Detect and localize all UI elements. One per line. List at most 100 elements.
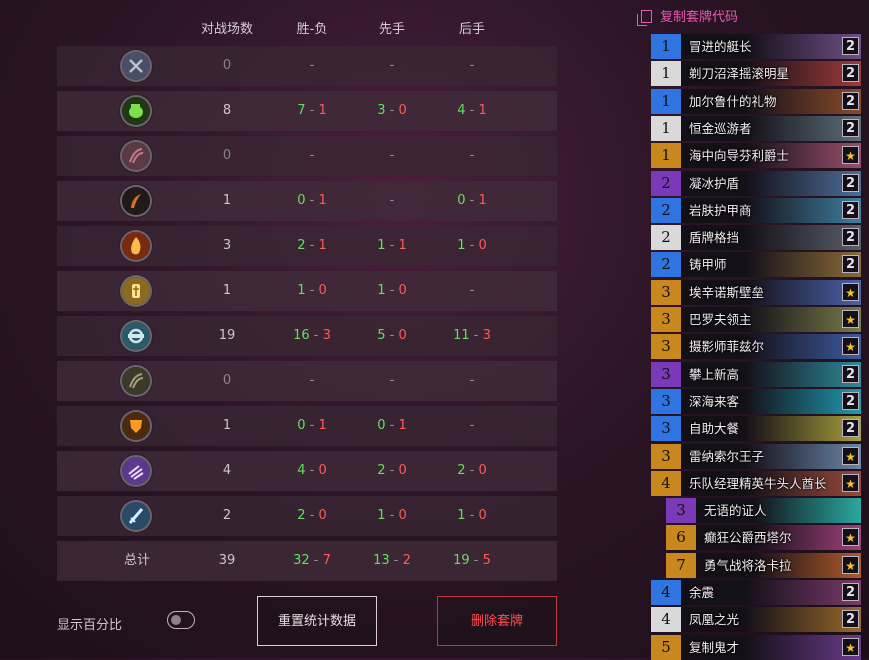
show-percent-toggle[interactable]: [167, 611, 195, 629]
separator: -: [465, 463, 479, 478]
green-fist-icon: [122, 97, 150, 125]
deck-card[interactable]: 2 盾牌格挡 2: [651, 225, 861, 251]
card-name: 攀上新高: [689, 366, 740, 382]
first-hand: 0 - 1: [352, 406, 432, 446]
win-loss: 2 - 1: [272, 226, 352, 266]
wins: 1: [457, 508, 466, 523]
card-cost: 3: [666, 498, 696, 524]
games-count: 0: [222, 58, 232, 73]
wins: 1: [297, 283, 306, 298]
deck-card[interactable]: 2 凝冰护盾 2: [651, 170, 861, 196]
games-count: 1: [222, 283, 232, 298]
deck-card[interactable]: 1 剃刀沼泽摇滚明星 2: [651, 61, 861, 87]
empty-dash: -: [469, 148, 475, 163]
games-count: 0: [222, 373, 232, 388]
losses: 1: [318, 103, 327, 118]
deck-card[interactable]: 1 恒金巡游者 2: [651, 115, 861, 141]
copy-deck-code-button[interactable]: 复制套牌代码: [637, 6, 738, 26]
legendary-star-icon: ★: [842, 555, 859, 574]
show-percent-label: 显示百分比: [57, 618, 123, 633]
card-cost: 7: [666, 552, 696, 578]
card-cost: 1: [651, 88, 681, 114]
card-cost: 6: [666, 525, 696, 551]
games-count: 4: [222, 463, 232, 478]
deck-card[interactable]: 4 余震 2: [651, 580, 861, 605]
card-cost: 2: [651, 170, 681, 196]
legendary-star-icon: ★: [842, 282, 859, 301]
card-name: 海中向导芬利爵士: [689, 148, 790, 164]
wins: 13: [373, 553, 390, 568]
win-loss: -: [272, 136, 352, 176]
deck-card[interactable]: 3 深海来客 2: [651, 388, 861, 414]
holy-light-icon: [122, 277, 150, 305]
wins: 3: [377, 103, 386, 118]
losses: 0: [398, 283, 407, 298]
card-name: 复制鬼才: [689, 639, 740, 655]
deck-card[interactable]: 4 乐队经理精英牛头人酋长 ★: [651, 470, 861, 496]
header-second: 后手: [458, 22, 485, 37]
second-hand: 0 - 1: [432, 181, 512, 221]
class-stats-row: 10 - 10 - 1-: [57, 406, 557, 446]
deck-card[interactable]: 2 岩肤护甲商 2: [651, 197, 861, 223]
deck-card[interactable]: 3 巴罗夫领主 ★: [651, 307, 861, 332]
card-cost: 1: [651, 61, 681, 87]
card-count: 2: [842, 200, 859, 219]
games-count: 1: [222, 193, 232, 208]
deck-card[interactable]: 3 摄影师菲兹尔 ★: [651, 334, 861, 360]
class-stats-row: 32 - 11 - 11 - 0: [57, 226, 557, 266]
separator: -: [305, 238, 319, 253]
empty-dash: -: [469, 283, 475, 298]
deck-card[interactable]: 1 冒进的艇长 2: [651, 34, 861, 59]
games-count: 19: [218, 328, 236, 343]
deck-card[interactable]: 5 复制鬼才 ★: [651, 634, 861, 660]
nature-claw-icon: [122, 367, 150, 395]
deck-card[interactable]: 6 癫狂公爵西塔尔 ★: [666, 525, 861, 551]
deck-card[interactable]: 3 雷纳索尔王子 ★: [651, 443, 861, 469]
separator: -: [385, 283, 399, 298]
card-name: 癫狂公爵西塔尔: [704, 530, 792, 546]
games-count: 39: [218, 553, 236, 568]
card-count: 2: [842, 255, 859, 274]
separator: -: [385, 508, 399, 523]
deck-card[interactable]: 3 埃辛诺斯壁垒 ★: [651, 279, 861, 305]
second-hand: 4 - 1: [432, 91, 512, 131]
deck-card[interactable]: 1 加尔鲁什的礼物 2: [651, 88, 861, 114]
card-count: 2: [842, 173, 859, 192]
card-name: 摄影师菲兹尔: [689, 339, 765, 355]
losses: 1: [398, 418, 407, 433]
card-count: 2: [842, 364, 859, 383]
wins: 19: [453, 553, 470, 568]
empty-dash: -: [469, 418, 475, 433]
empty-dash: -: [309, 148, 315, 163]
deck-card[interactable]: 1 海中向导芬利爵士 ★: [651, 143, 861, 169]
second-hand: 19 - 5: [432, 541, 512, 581]
card-count: 2: [842, 37, 859, 55]
deck-card[interactable]: 4 凤凰之光 2: [651, 607, 861, 633]
reset-stats-button[interactable]: 重置统计数据: [257, 596, 377, 646]
class-stats-row: 19 16 - 35 - 0 11 - 3: [57, 316, 557, 356]
second-hand: 2 - 0: [432, 451, 512, 491]
card-name: 自助大餐: [689, 421, 740, 437]
win-loss: -: [272, 46, 352, 86]
losses: 0: [318, 508, 327, 523]
card-count: 2: [842, 118, 859, 137]
deck-card[interactable]: 7 勇气战将洛卡拉 ★: [666, 552, 861, 578]
separator: -: [309, 553, 323, 568]
card-name: 乐队经理精英牛头人酋长: [689, 475, 827, 491]
losses: 1: [398, 238, 407, 253]
card-count: 2: [842, 610, 859, 629]
deck-card[interactable]: 3 自助大餐 2: [651, 416, 861, 442]
deck-card[interactable]: 3 攀上新高 2: [651, 361, 861, 387]
delete-deck-button[interactable]: 删除套牌: [437, 596, 557, 646]
card-cost: 3: [651, 416, 681, 442]
first-hand: 1 - 0: [352, 496, 432, 536]
deck-card[interactable]: 3 无语的证人: [666, 498, 861, 524]
wins: 4: [457, 103, 466, 118]
card-count: 2: [842, 228, 859, 247]
dragon-claw-icon: [122, 142, 150, 170]
empty-dash: -: [389, 58, 395, 73]
empty-dash: -: [389, 148, 395, 163]
class-stats-row: 87 - 13 - 04 - 1: [57, 91, 557, 131]
win-loss: 16 - 3: [272, 316, 352, 356]
deck-card[interactable]: 2 铸甲师 2: [651, 252, 861, 278]
